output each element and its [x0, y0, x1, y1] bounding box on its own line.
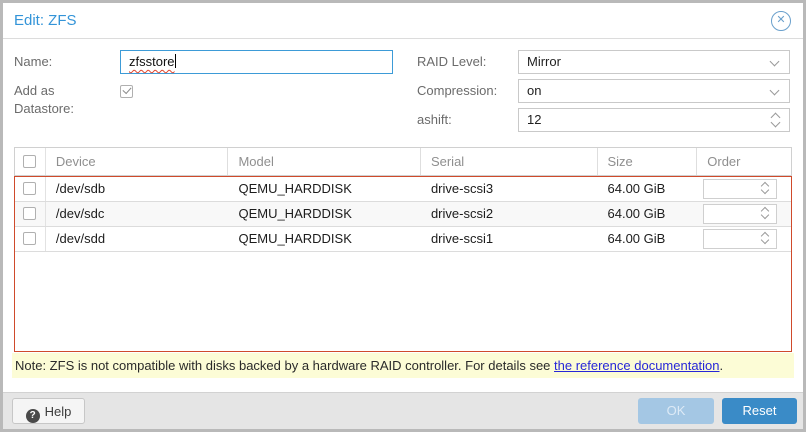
row-checkbox-cell — [15, 202, 46, 226]
row-checkbox[interactable] — [23, 232, 36, 245]
ok-button[interactable]: OK — [638, 398, 714, 424]
edit-zfs-dialog: Edit: ZFS ✕ Name: zfsstore Add as Datast… — [0, 0, 806, 432]
model-cell: QEMU_HARDDISK — [228, 177, 421, 201]
chevron-down-icon — [770, 86, 780, 96]
raid-level-label: RAID Level: — [417, 50, 486, 74]
help-button[interactable]: ? Help — [12, 398, 85, 424]
size-cell: 64.00 GiB — [598, 177, 698, 201]
disk-table-header: Device Model Serial Size Order — [14, 147, 792, 176]
reset-button[interactable]: Reset — [722, 398, 797, 424]
ashift-value: 12 — [527, 109, 541, 131]
name-input-value: zfsstore — [129, 54, 175, 69]
disk-table-body: /dev/sdbQEMU_HARDDISKdrive-scsi364.00 Gi… — [14, 176, 792, 352]
column-header-device[interactable]: Device — [46, 148, 229, 175]
note-text: Note: ZFS is not compatible with disks b… — [15, 358, 554, 373]
zfs-note: Note: ZFS is not compatible with disks b… — [12, 353, 794, 378]
row-checkbox[interactable] — [23, 182, 36, 195]
serial-cell: drive-scsi2 — [421, 202, 598, 226]
ashift-spinner[interactable]: 12 — [518, 108, 790, 132]
order-cell — [697, 177, 791, 201]
question-circle-icon: ? — [26, 409, 40, 423]
model-cell: QEMU_HARDDISK — [228, 227, 421, 251]
help-button-label: Help — [45, 404, 72, 419]
spinner-arrows-icon[interactable] — [760, 206, 770, 218]
chevron-down-icon — [770, 57, 780, 67]
dialog-titlebar: Edit: ZFS ✕ — [3, 3, 803, 39]
select-all-checkbox[interactable] — [23, 155, 36, 168]
table-row[interactable]: /dev/sdbQEMU_HARDDISKdrive-scsi364.00 Gi… — [15, 177, 791, 202]
order-cell — [697, 227, 791, 251]
table-row[interactable]: /dev/sdcQEMU_HARDDISKdrive-scsi264.00 Gi… — [15, 202, 791, 227]
column-header-size[interactable]: Size — [598, 148, 698, 175]
name-input[interactable]: zfsstore — [120, 50, 393, 74]
row-checkbox[interactable] — [23, 207, 36, 220]
serial-cell: drive-scsi1 — [421, 227, 598, 251]
model-cell: QEMU_HARDDISK — [228, 202, 421, 226]
row-checkbox-cell — [15, 177, 46, 201]
device-cell: /dev/sdd — [46, 227, 229, 251]
size-cell: 64.00 GiB — [598, 227, 698, 251]
datastore-label: Add as Datastore: — [14, 82, 114, 118]
select-all-checkbox-cell — [15, 148, 46, 175]
device-cell: /dev/sdb — [46, 177, 229, 201]
order-spinner[interactable] — [703, 179, 777, 199]
raid-level-value: Mirror — [527, 51, 561, 73]
device-cell: /dev/sdc — [46, 202, 229, 226]
name-label: Name: — [14, 50, 52, 74]
row-checkbox-cell — [15, 227, 46, 251]
compression-label: Compression: — [417, 79, 497, 103]
close-icon[interactable]: ✕ — [771, 11, 791, 31]
spinner-arrows-icon[interactable] — [760, 181, 770, 193]
serial-cell: drive-scsi3 — [421, 177, 598, 201]
ashift-label: ashift: — [417, 108, 452, 132]
order-spinner[interactable] — [703, 229, 777, 249]
order-spinner[interactable] — [703, 204, 777, 224]
table-row[interactable]: /dev/sddQEMU_HARDDISKdrive-scsi164.00 Gi… — [15, 227, 791, 252]
column-header-order[interactable]: Order — [697, 148, 791, 175]
text-caret — [175, 54, 176, 68]
compression-select[interactable]: on — [518, 79, 790, 103]
column-header-model[interactable]: Model — [228, 148, 421, 175]
note-text-suffix: . — [720, 358, 724, 373]
reference-documentation-link[interactable]: the reference documentation — [554, 358, 720, 373]
datastore-checkbox[interactable] — [120, 85, 133, 98]
spinner-arrows-icon[interactable] — [760, 231, 770, 243]
order-cell — [697, 202, 791, 226]
column-header-serial[interactable]: Serial — [421, 148, 598, 175]
size-cell: 64.00 GiB — [598, 202, 698, 226]
spinner-arrows-icon[interactable] — [770, 112, 780, 126]
dialog-footer: ? Help OK Reset — [3, 392, 803, 429]
raid-level-select[interactable]: Mirror — [518, 50, 790, 74]
dialog-title: Edit: ZFS — [14, 3, 77, 39]
compression-value: on — [527, 80, 541, 102]
